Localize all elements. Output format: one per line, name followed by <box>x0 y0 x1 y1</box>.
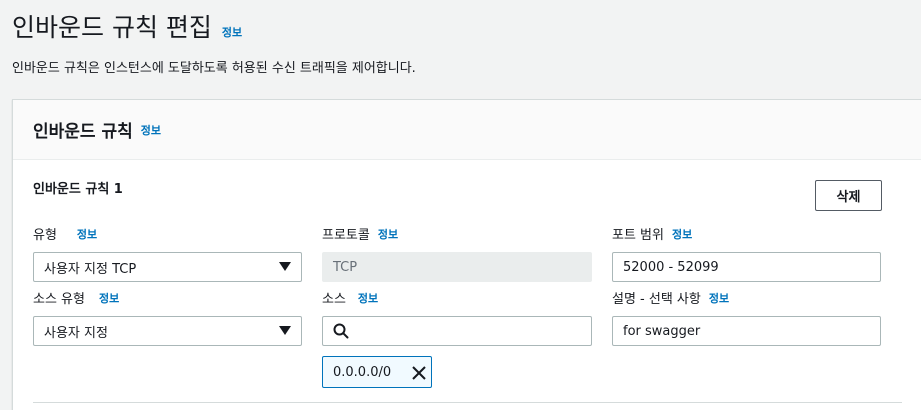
source-search-input[interactable] <box>322 316 592 346</box>
source-type-info-link[interactable]: 정보 <box>99 290 119 306</box>
protocol-label: 프로토콜 정보 <box>322 224 398 244</box>
type-select[interactable]: 사용자 지정 TCP <box>33 252 302 282</box>
page-title-text: 인바운드 규칙 편집 <box>12 13 212 42</box>
panel-header: 인바운드 규칙 정보 <box>13 100 921 160</box>
protocol-field-value: TCP <box>333 259 358 275</box>
source-label-text: 소스 <box>322 292 346 307</box>
source-token: 0.0.0.0/0 <box>322 356 432 388</box>
source-type-label-text: 소스 유형 <box>33 292 85 307</box>
page-info-link[interactable]: 정보 <box>222 24 242 40</box>
type-label: 유형 정보 <box>33 224 97 244</box>
page-title: 인바운드 규칙 편집 정보 <box>12 8 242 44</box>
port-range-info-link[interactable]: 정보 <box>672 226 692 242</box>
panel-info-link[interactable]: 정보 <box>141 122 161 138</box>
delete-button[interactable]: 삭제 <box>815 180 882 211</box>
source-type-label: 소스 유형 정보 <box>33 288 119 308</box>
protocol-field: TCP <box>322 252 592 282</box>
close-icon[interactable] <box>409 363 429 383</box>
page-description: 인바운드 규칙은 인스턴스에 도달하도록 허용된 수신 트래픽을 제어합니다. <box>12 61 416 76</box>
protocol-label-text: 프로토콜 <box>322 228 370 243</box>
source-type-select-value: 사용자 지정 <box>44 325 108 341</box>
description-label: 설명 - 선택 사항 정보 <box>612 288 729 308</box>
description-value: for swagger <box>623 323 701 339</box>
description-info-link[interactable]: 정보 <box>709 290 729 306</box>
port-range-label-text: 포트 범위 <box>612 228 664 243</box>
panel-title: 인바운드 규칙 <box>33 122 133 142</box>
rule-divider <box>33 402 902 403</box>
type-select-value: 사용자 지정 TCP <box>44 261 137 277</box>
caret-down-icon <box>279 262 291 271</box>
caret-down-icon <box>279 326 291 335</box>
type-info-link[interactable]: 정보 <box>77 226 97 242</box>
description-label-text: 설명 - 선택 사항 <box>612 292 701 307</box>
rule-title: 인바운드 규칙 1 <box>33 182 123 197</box>
source-token-label: 0.0.0.0/0 <box>333 364 392 380</box>
port-range-label: 포트 범위 정보 <box>612 224 692 244</box>
protocol-info-link[interactable]: 정보 <box>378 226 398 242</box>
description-input[interactable]: for swagger <box>612 316 881 346</box>
search-icon <box>333 323 349 339</box>
port-range-input[interactable]: 52000 - 52099 <box>612 252 881 282</box>
type-label-text: 유형 <box>33 228 57 243</box>
source-type-select[interactable]: 사용자 지정 <box>33 316 302 346</box>
source-label: 소스 정보 <box>322 288 378 308</box>
port-range-value: 52000 - 52099 <box>623 259 719 275</box>
source-info-link[interactable]: 정보 <box>358 290 378 306</box>
inbound-rules-panel: 인바운드 규칙 정보 인바운드 규칙 1 삭제 유형 정보 프로토콜 정보 포트… <box>12 99 921 410</box>
